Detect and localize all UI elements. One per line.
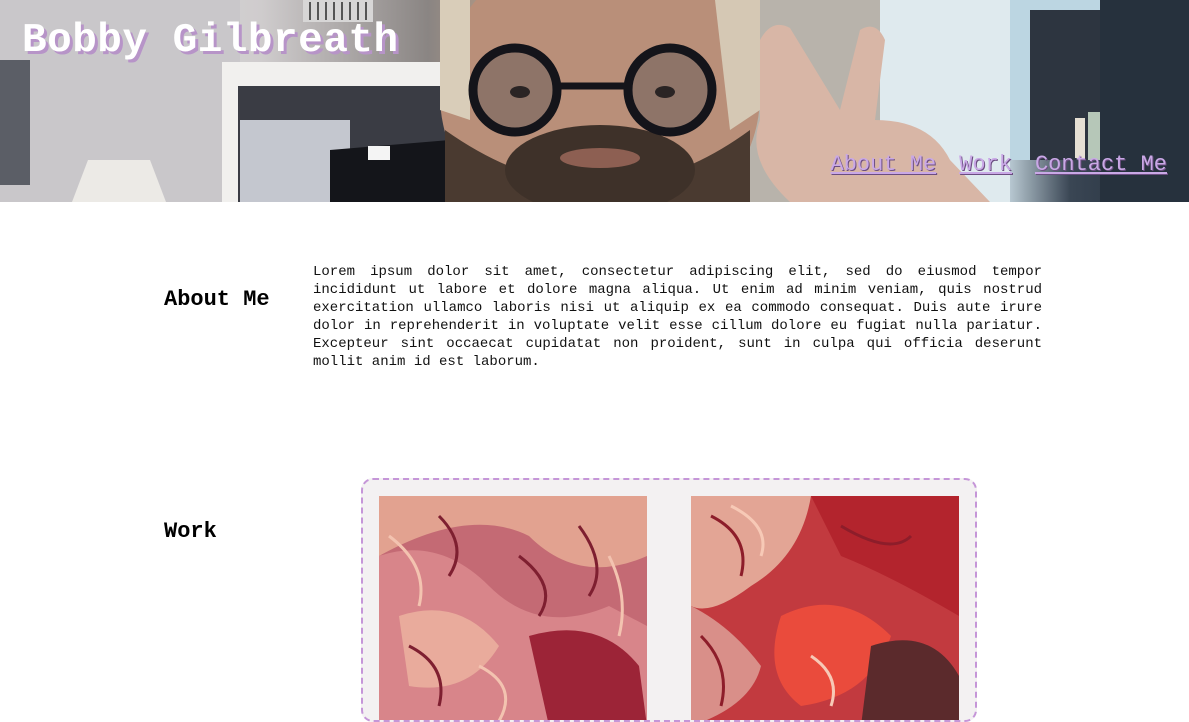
about-body-text: Lorem ipsum dolor sit amet, consectetur … [313, 264, 1042, 370]
nav-link-work[interactable]: Work [959, 152, 1012, 177]
hero-header: Bobby Gilbreath About Me Work Contact Me [0, 0, 1189, 202]
about-heading: About Me [164, 287, 270, 312]
work-gallery [361, 478, 977, 722]
main-nav: About Me Work Contact Me [831, 152, 1167, 177]
painting-image-right[interactable] [691, 496, 959, 722]
site-title[interactable]: Bobby Gilbreath [22, 18, 399, 64]
painting-image-left[interactable] [379, 496, 647, 722]
nav-link-contact-me[interactable]: Contact Me [1035, 152, 1167, 177]
work-heading: Work [164, 519, 217, 544]
nav-link-about-me[interactable]: About Me [831, 152, 937, 177]
